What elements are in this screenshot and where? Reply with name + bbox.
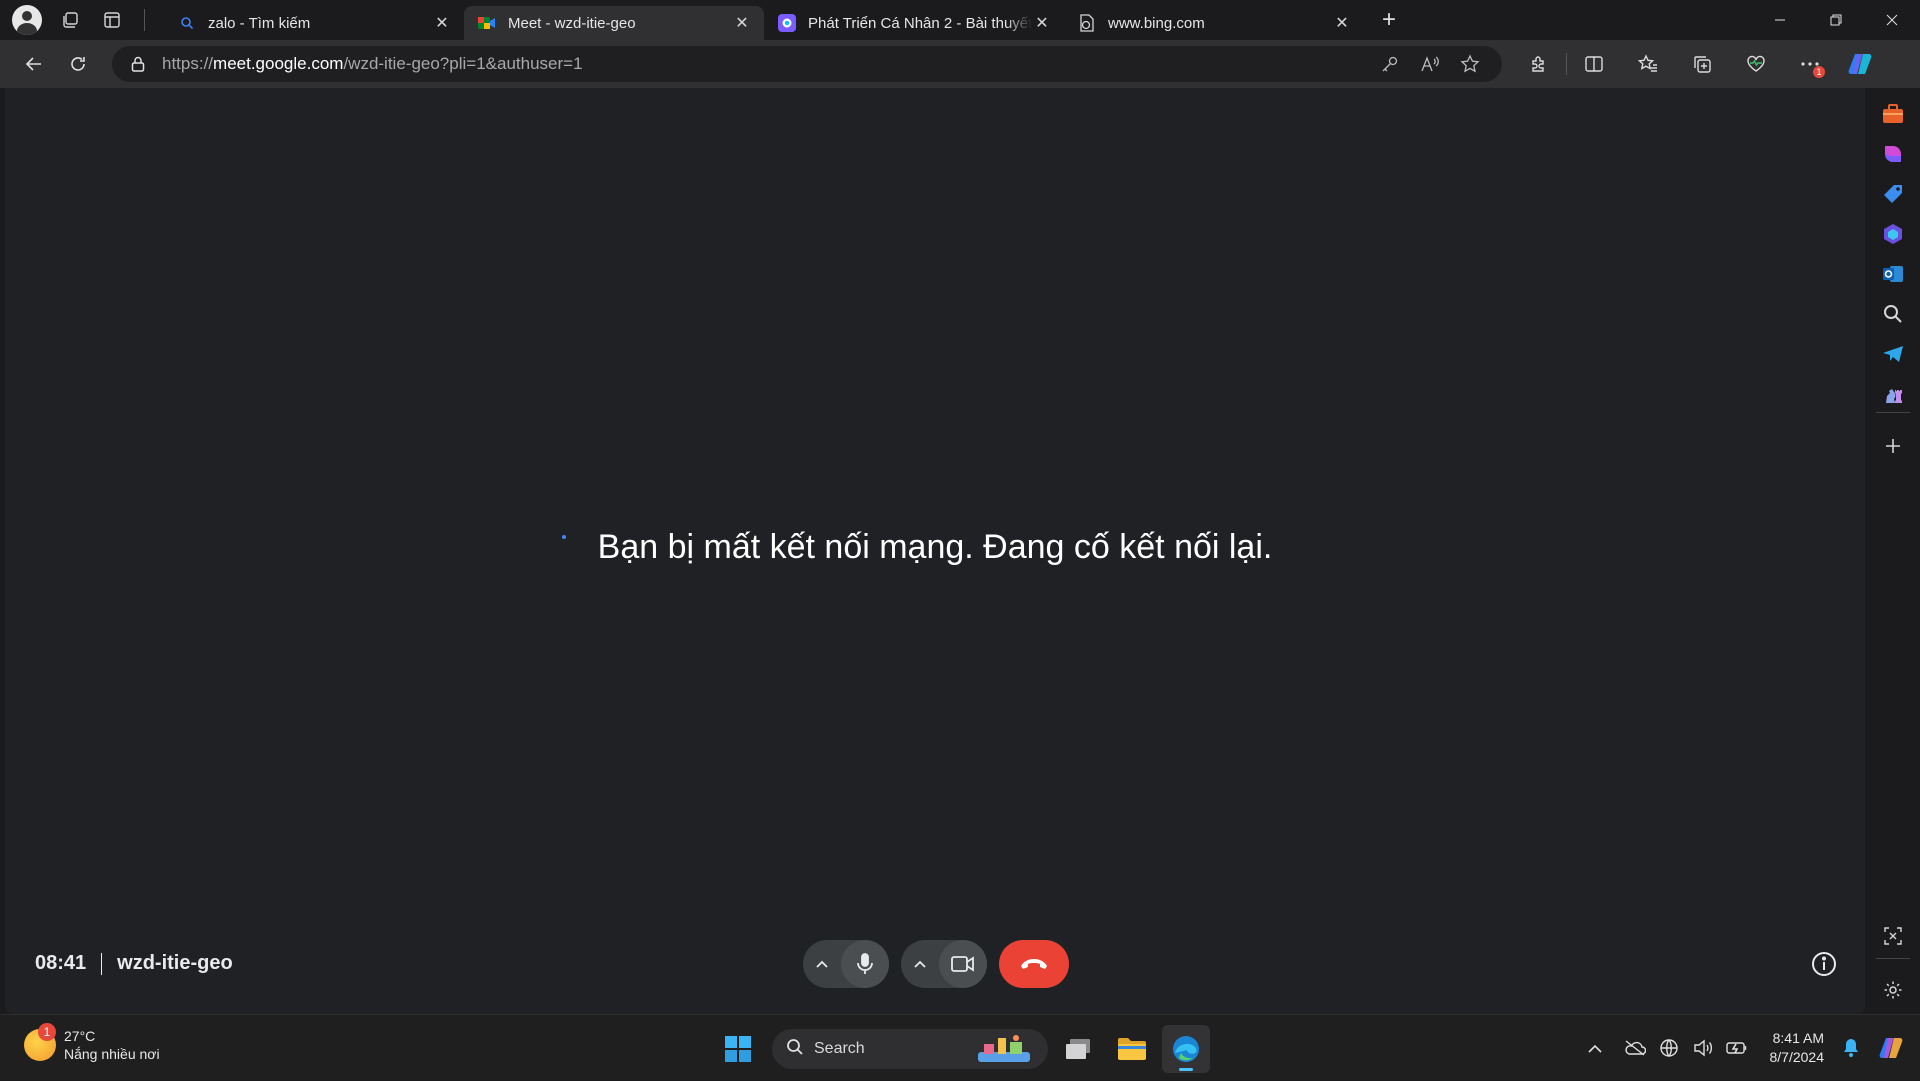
weather-badge: 1 [38, 1023, 56, 1041]
meeting-info-divider [101, 952, 103, 975]
sidebar-settings-gear-icon[interactable] [1875, 972, 1911, 1008]
new-tab-button[interactable]: + [1372, 3, 1406, 37]
extensions-icon[interactable] [1512, 46, 1566, 82]
close-tab-icon[interactable]: ✕ [732, 13, 752, 33]
start-button[interactable] [716, 1027, 760, 1071]
onedrive-offline-icon[interactable] [1618, 1031, 1652, 1065]
connection-status-message: Bạn bị mất kết nối mạng. Đang cố kết nối… [597, 528, 1273, 566]
password-key-icon[interactable] [1370, 49, 1410, 79]
screenshot-capture-icon[interactable] [1875, 918, 1911, 954]
tab-strip-divider [144, 9, 145, 31]
audio-options-chevron-up-icon[interactable] [803, 940, 841, 988]
refresh-button[interactable] [56, 46, 100, 82]
tab-title: www.bing.com [1108, 14, 1205, 32]
meeting-time: 08:41 [35, 952, 87, 974]
edge-browser-icon[interactable] [1162, 1025, 1210, 1073]
restore-button[interactable] [1808, 0, 1864, 40]
shopping-tag-icon[interactable] [1875, 176, 1911, 212]
google-meet-favicon-icon [478, 14, 496, 32]
favorite-star-icon[interactable] [1450, 49, 1490, 79]
task-view-icon[interactable] [1054, 1025, 1102, 1073]
tab-phat-trien[interactable]: Phát Triển Cá Nhân 2 - Bài thuyết ✕ [764, 6, 1064, 40]
microphone-button[interactable] [841, 940, 889, 988]
weather-sun-icon: 1 [24, 1023, 56, 1061]
file-explorer-icon[interactable] [1108, 1025, 1156, 1073]
workspaces-icon[interactable] [56, 6, 84, 34]
system-clock[interactable]: 8:41 AM 8/7/2024 [1770, 1029, 1825, 1067]
close-window-button[interactable] [1864, 0, 1920, 40]
tab-zalo[interactable]: zalo - Tìm kiếm ✕ [164, 6, 464, 40]
meet-page: Bạn bị mất kết nối mạng. Đang cố kết nối… [5, 88, 1865, 1014]
clock-time: 8:41 AM [1772, 1030, 1824, 1046]
minimize-button[interactable] [1752, 0, 1808, 40]
lock-icon[interactable] [128, 54, 148, 74]
video-options-chevron-up-icon[interactable] [901, 940, 939, 988]
app-favicon-icon [778, 14, 796, 32]
close-tab-icon[interactable]: ✕ [432, 13, 452, 33]
favorites-icon[interactable] [1621, 46, 1675, 82]
tab-title: Phát Triển Cá Nhân 2 - Bài thuyết [808, 14, 1032, 32]
tab-bing[interactable]: www.bing.com ✕ [1064, 6, 1364, 40]
search-icon [786, 1038, 804, 1061]
tab-title: zalo - Tìm kiếm [208, 14, 311, 32]
tab-title: Meet - wzd-itie-geo [508, 14, 636, 32]
telegram-send-icon[interactable] [1875, 336, 1911, 372]
notification-badge: 1 [1813, 66, 1825, 78]
games-icon[interactable] [1875, 216, 1911, 252]
search-highlight-illustration-icon [974, 1032, 1034, 1066]
copilot-taskbar-icon[interactable] [1874, 1031, 1908, 1065]
weather-temperature: 27°C [64, 1028, 96, 1044]
battery-charging-icon[interactable] [1720, 1031, 1754, 1065]
split-screen-icon[interactable] [1567, 46, 1621, 82]
search-favicon-icon [178, 14, 196, 32]
profile-avatar[interactable] [12, 5, 42, 35]
taskbar-search-box[interactable]: Search [772, 1029, 1048, 1069]
volume-icon[interactable] [1686, 1031, 1720, 1065]
camera-button[interactable] [939, 940, 987, 988]
call-controls [803, 940, 1069, 988]
edge-sidebar [1866, 88, 1920, 1014]
search-icon[interactable] [1875, 296, 1911, 332]
outlook-icon[interactable] [1875, 256, 1911, 292]
tab-strip: zalo - Tìm kiếm ✕ Meet - wzd-itie-geo ✕ … [0, 0, 1920, 40]
meeting-info-icon[interactable] [1800, 940, 1848, 988]
close-tab-icon[interactable]: ✕ [1332, 13, 1352, 33]
audio-control-group [803, 940, 889, 988]
tab-meet[interactable]: Meet - wzd-itie-geo ✕ [464, 6, 764, 40]
page-favicon-icon [1078, 14, 1096, 32]
weather-widget[interactable]: 1 27°C Nắng nhiều nơi [24, 1023, 160, 1063]
designer-icon[interactable] [1875, 136, 1911, 172]
network-globe-icon[interactable] [1652, 1031, 1686, 1065]
browser-toolbar: https://meet.google.com/wzd-itie-geo?pli… [0, 40, 1920, 88]
meeting-details: 08:41 wzd-itie-geo [35, 952, 233, 975]
show-hidden-icons-chevron-up-icon[interactable] [1578, 1031, 1612, 1065]
close-tab-icon[interactable]: ✕ [1032, 13, 1052, 33]
add-sidebar-app-icon[interactable] [1875, 428, 1911, 464]
read-aloud-icon[interactable] [1410, 49, 1450, 79]
clock-date: 8/7/2024 [1769, 1049, 1825, 1065]
collections-icon[interactable] [1675, 46, 1729, 82]
more-options-icon[interactable]: 1 [1783, 46, 1837, 82]
search-label: Search [814, 1040, 865, 1057]
meeting-code: wzd-itie-geo [117, 952, 233, 974]
weather-condition: Nắng nhiều nơi [64, 1046, 160, 1062]
back-button[interactable] [12, 46, 56, 82]
url-text[interactable]: https://meet.google.com/wzd-itie-geo?pli… [162, 54, 1370, 74]
address-bar[interactable]: https://meet.google.com/wzd-itie-geo?pli… [112, 46, 1502, 82]
windows-taskbar: 1 27°C Nắng nhiều nơi Search 8:41 AM 8/7… [0, 1014, 1920, 1080]
video-control-group [901, 940, 987, 988]
tools-briefcase-icon[interactable] [1875, 96, 1911, 132]
copilot-icon[interactable] [1837, 46, 1883, 82]
leave-call-button[interactable] [999, 940, 1069, 988]
chess-icon[interactable] [1875, 376, 1911, 412]
vertical-tabs-icon[interactable] [98, 6, 126, 34]
notification-bell-icon[interactable] [1834, 1031, 1868, 1065]
browser-essentials-icon[interactable] [1729, 46, 1783, 82]
